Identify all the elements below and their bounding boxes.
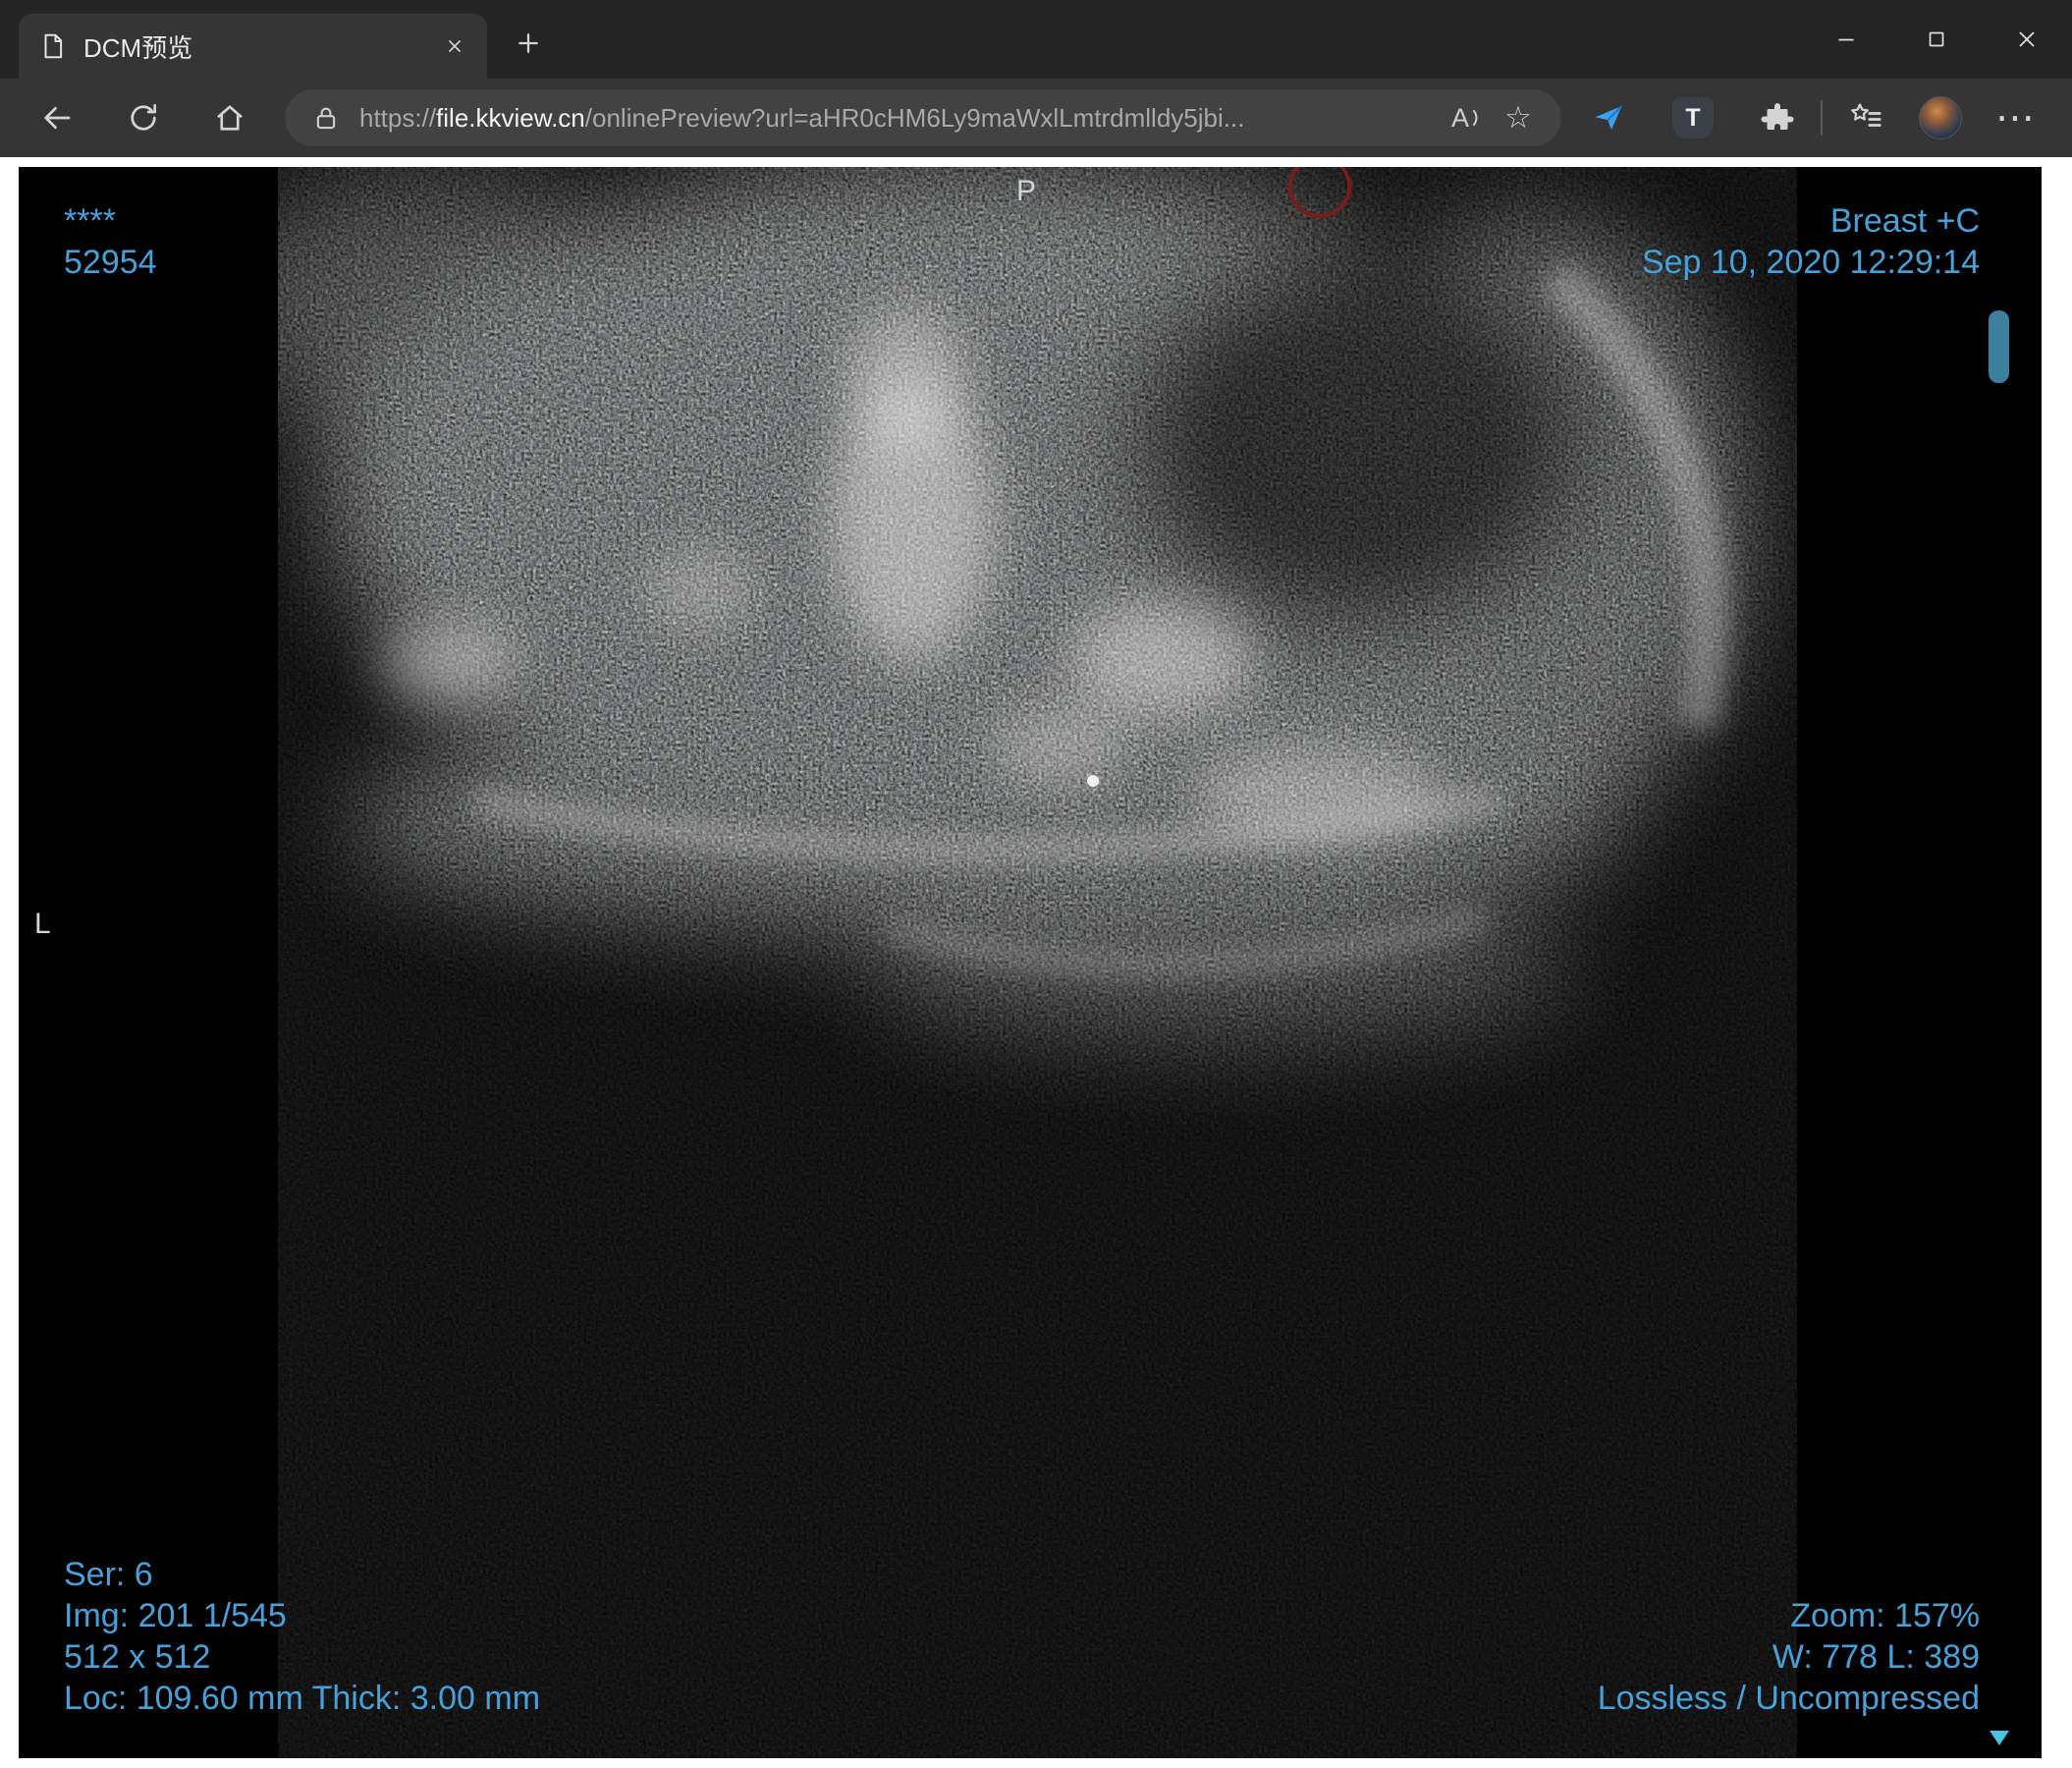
extensions-button[interactable]	[1750, 90, 1805, 145]
new-tab-button[interactable]	[507, 22, 550, 65]
star-list-icon	[1851, 103, 1881, 127]
maximize-button[interactable]	[1891, 0, 1982, 79]
image-matrix: 512 x 512	[64, 1638, 211, 1676]
favorite-button[interactable]: ☆	[1493, 94, 1544, 141]
patient-id-masked: ****	[64, 202, 116, 240]
ellipsis-icon: ⋯	[1995, 96, 2035, 139]
read-aloud-button[interactable]: A	[1442, 94, 1493, 141]
extension-t-button[interactable]: T	[1665, 90, 1720, 145]
star-icon: ☆	[1504, 100, 1532, 135]
settings-more-button[interactable]: ⋯	[1988, 90, 2043, 145]
read-aloud-letter: A	[1450, 102, 1469, 133]
url-text[interactable]: https://file.kkview.cn/onlinePreview?url…	[359, 103, 1442, 134]
series-number: Ser: 6	[64, 1556, 153, 1593]
address-bar[interactable]: https://file.kkview.cn/onlinePreview?url…	[285, 89, 1561, 146]
study-description: Breast +C	[1829, 202, 1980, 240]
back-button[interactable]	[29, 90, 84, 145]
orientation-marker-left: L	[34, 908, 51, 940]
paper-plane-icon	[1595, 105, 1623, 130]
image-number: Img: 201 1/545	[64, 1597, 287, 1634]
close-button[interactable]	[1982, 0, 2072, 79]
scroll-down-arrow-icon[interactable]	[1990, 1731, 2009, 1745]
overlay-bottom-left: Ser: 6 Img: 201 1/545 512 x 512 Loc: 109…	[64, 1554, 540, 1719]
study-datetime: Sep 10, 2020 12:29:14	[1641, 244, 1980, 281]
extension-blue-icon[interactable]	[1581, 90, 1636, 145]
dicom-viewer[interactable]: **** 52954 Breast +C Sep 10, 2020 12:29:…	[19, 167, 2042, 1758]
window-level: W: 778 L: 389	[1772, 1638, 1980, 1676]
slice-location: Loc: 109.60 mm Thick: 3.00 mm	[64, 1680, 541, 1717]
tab-close-icon[interactable]	[436, 28, 473, 65]
home-button[interactable]	[202, 90, 257, 145]
url-host: file.kkview.cn	[436, 102, 585, 133]
extension-t-icon: T	[1672, 97, 1714, 138]
refresh-button[interactable]	[116, 90, 171, 145]
extension-t-letter: T	[1685, 103, 1701, 132]
profile-avatar[interactable]	[1919, 96, 1962, 139]
lock-icon[interactable]	[306, 98, 346, 138]
url-path: /onlinePreview?url=aHR0cHM6Ly9maWxlLmtrd…	[584, 102, 1245, 133]
overlay-bottom-right: Zoom: 157% W: 778 L: 389 Lossless / Unco…	[1598, 1595, 1980, 1719]
tab-title: DCM预览	[83, 32, 193, 63]
puzzle-icon	[1761, 103, 1794, 130]
favorites-bar-button[interactable]	[1838, 90, 1893, 145]
mri-image	[278, 167, 1797, 1758]
browser-tab[interactable]: DCM预览	[19, 14, 487, 79]
orientation-marker-posterior: P	[1016, 175, 1037, 207]
patient-number: 52954	[64, 244, 157, 281]
toolbar-separator	[1821, 100, 1823, 136]
sound-wave-icon	[1473, 110, 1478, 126]
overlay-top-right: Breast +C Sep 10, 2020 12:29:14	[1642, 200, 1980, 283]
zoom-level: Zoom: 157%	[1790, 1597, 1980, 1634]
overlay-top-left: **** 52954	[64, 200, 157, 283]
document-favicon-icon	[38, 31, 68, 61]
minimize-button[interactable]	[1801, 0, 1891, 79]
window-controls	[1801, 0, 2072, 79]
page-content: **** 52954 Breast +C Sep 10, 2020 12:29:…	[0, 157, 2072, 1768]
viewer-scrollbar-thumb[interactable]	[1989, 310, 2009, 383]
browser-titlebar: DCM预览	[0, 0, 2072, 79]
browser-toolbar: https://file.kkview.cn/onlinePreview?url…	[0, 79, 2072, 157]
url-scheme: https://	[359, 102, 437, 133]
compression-info: Lossless / Uncompressed	[1597, 1680, 1980, 1717]
